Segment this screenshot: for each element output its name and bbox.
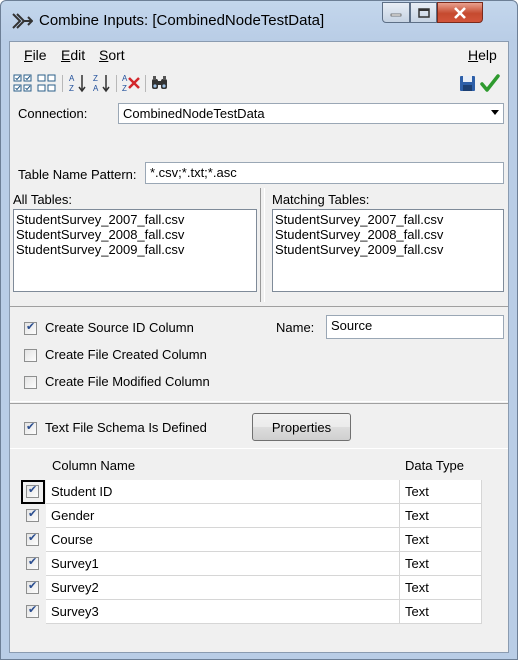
table-row[interactable]: Gender Text <box>10 504 508 528</box>
connection-dropdown[interactable]: CombinedNodeTestData <box>118 103 504 124</box>
list-splitter[interactable] <box>260 188 265 302</box>
file-modified-checkbox[interactable] <box>24 376 37 389</box>
column-name-cell[interactable]: Survey2 <box>46 576 400 600</box>
find-icon[interactable] <box>150 73 170 93</box>
list-item[interactable]: StudentSurvey_2008_fall.csv <box>275 227 501 242</box>
sort-descending-icon[interactable]: Z A <box>92 73 112 93</box>
menu-bar: File Edit Sort Help <box>10 42 508 68</box>
dialog-client-area: File Edit Sort Help A Z Z A A Z Connecti… <box>9 41 509 653</box>
select-all-icon[interactable] <box>13 73 33 93</box>
table-row[interactable]: Survey1 Text <box>10 552 508 576</box>
svg-text:Z: Z <box>69 84 74 93</box>
deselect-all-icon[interactable] <box>37 73 57 93</box>
menu-edit[interactable]: Edit <box>61 47 85 63</box>
data-type-cell[interactable]: Text <box>400 552 482 576</box>
menu-file[interactable]: File <box>24 47 47 63</box>
toolbar-separator <box>145 75 146 92</box>
file-modified-label: Create File Modified Column <box>45 374 210 389</box>
row-checkbox[interactable] <box>26 531 39 546</box>
data-type-cell[interactable]: Text <box>400 480 482 504</box>
table-row[interactable]: Survey3 Text <box>10 600 508 624</box>
data-type-cell[interactable]: Text <box>400 576 482 600</box>
row-check-cell <box>20 576 46 600</box>
source-options-panel: Create Source ID Column Name: Source Cre… <box>10 306 508 402</box>
all-tables-list[interactable]: StudentSurvey_2007_fall.csv StudentSurve… <box>13 209 257 292</box>
sort-ascending-icon[interactable]: A Z <box>68 73 88 93</box>
data-type-header[interactable]: Data Type <box>405 458 464 480</box>
connection-value: CombinedNodeTestData <box>123 106 265 121</box>
row-check-cell <box>20 528 46 552</box>
svg-text:A: A <box>122 74 128 83</box>
table-row[interactable]: Survey2 Text <box>10 576 508 600</box>
schema-panel: Text File Schema Is Defined Properties <box>10 403 508 449</box>
data-type-cell[interactable]: Text <box>400 504 482 528</box>
column-name-cell[interactable]: Gender <box>46 504 400 528</box>
svg-text:Z: Z <box>93 74 98 83</box>
chevron-down-icon <box>491 110 499 115</box>
row-check-cell <box>20 600 46 624</box>
row-checkbox[interactable] <box>26 579 39 594</box>
toolbar: A Z Z A A Z <box>10 69 508 97</box>
column-name-header[interactable]: Column Name <box>52 458 135 480</box>
column-name-cell[interactable]: Student ID <box>46 480 400 504</box>
pattern-input[interactable]: *.csv;*.txt;*.asc <box>145 162 504 184</box>
save-icon[interactable] <box>458 73 478 93</box>
maximize-button[interactable] <box>410 2 437 23</box>
row-check-cell <box>20 552 46 576</box>
window-title: Combine Inputs: [CombinedNodeTestData] <box>39 12 325 29</box>
pattern-label: Table Name Pattern: <box>18 167 137 182</box>
source-id-label: Create Source ID Column <box>45 320 194 335</box>
source-id-checkbox[interactable] <box>24 320 37 335</box>
row-check-cell <box>20 504 46 528</box>
matching-tables-label: Matching Tables: <box>272 192 370 207</box>
connection-row: Connection: CombinedNodeTestData <box>10 102 508 126</box>
table-row[interactable]: Student ID Text <box>10 480 508 504</box>
row-checkbox[interactable] <box>26 555 39 570</box>
menu-help[interactable]: Help <box>468 47 497 63</box>
name-label: Name: <box>276 320 315 335</box>
data-type-cell[interactable]: Text <box>400 600 482 624</box>
connection-label: Connection: <box>18 106 88 121</box>
combine-inputs-app-icon <box>12 13 33 29</box>
svg-text:Z: Z <box>122 84 127 93</box>
title-bar[interactable]: Combine Inputs: [CombinedNodeTestData] <box>1 1 517 41</box>
toolbar-separator <box>116 75 117 92</box>
toolbar-separator <box>62 75 63 92</box>
row-checkbox[interactable] <box>26 603 39 618</box>
source-name-input[interactable]: Source <box>326 315 504 339</box>
close-button[interactable] <box>437 2 483 23</box>
column-name-cell[interactable]: Course <box>46 528 400 552</box>
menu-sort[interactable]: Sort <box>99 47 125 63</box>
matching-tables-list[interactable]: StudentSurvey_2007_fall.csv StudentSurve… <box>272 209 504 292</box>
file-created-label: Create File Created Column <box>45 347 207 362</box>
file-created-checkbox[interactable] <box>24 349 37 362</box>
minimize-button[interactable] <box>382 2 410 23</box>
column-name-cell[interactable]: Survey3 <box>46 600 400 624</box>
schema-defined-checkbox[interactable] <box>24 420 37 435</box>
list-item[interactable]: StudentSurvey_2008_fall.csv <box>16 227 254 242</box>
data-type-cell[interactable]: Text <box>400 528 482 552</box>
maximize-icon <box>417 7 430 18</box>
table-row[interactable]: Course Text <box>10 528 508 552</box>
properties-button[interactable]: Properties <box>252 413 351 441</box>
minimize-icon <box>390 13 402 16</box>
combine-inputs-window: Combine Inputs: [CombinedNodeTestData] F… <box>0 0 518 660</box>
column-name-cell[interactable]: Survey1 <box>46 552 400 576</box>
close-icon <box>454 6 466 19</box>
all-tables-label: All Tables: <box>13 192 73 207</box>
svg-text:A: A <box>69 74 75 83</box>
apply-check-icon[interactable] <box>480 73 500 93</box>
column-grid: Column Name Data Type Student ID Text Ge… <box>10 456 508 634</box>
svg-text:A: A <box>93 84 99 93</box>
clear-sort-icon[interactable]: A Z <box>121 73 141 93</box>
list-item[interactable]: StudentSurvey_2009_fall.csv <box>275 242 501 257</box>
list-item[interactable]: StudentSurvey_2007_fall.csv <box>275 212 501 227</box>
list-item[interactable]: StudentSurvey_2007_fall.csv <box>16 212 254 227</box>
list-item[interactable]: StudentSurvey_2009_fall.csv <box>16 242 254 257</box>
row-checkbox[interactable] <box>26 507 39 522</box>
focused-cell-indicator <box>21 480 45 504</box>
schema-defined-label: Text File Schema Is Defined <box>45 420 207 435</box>
